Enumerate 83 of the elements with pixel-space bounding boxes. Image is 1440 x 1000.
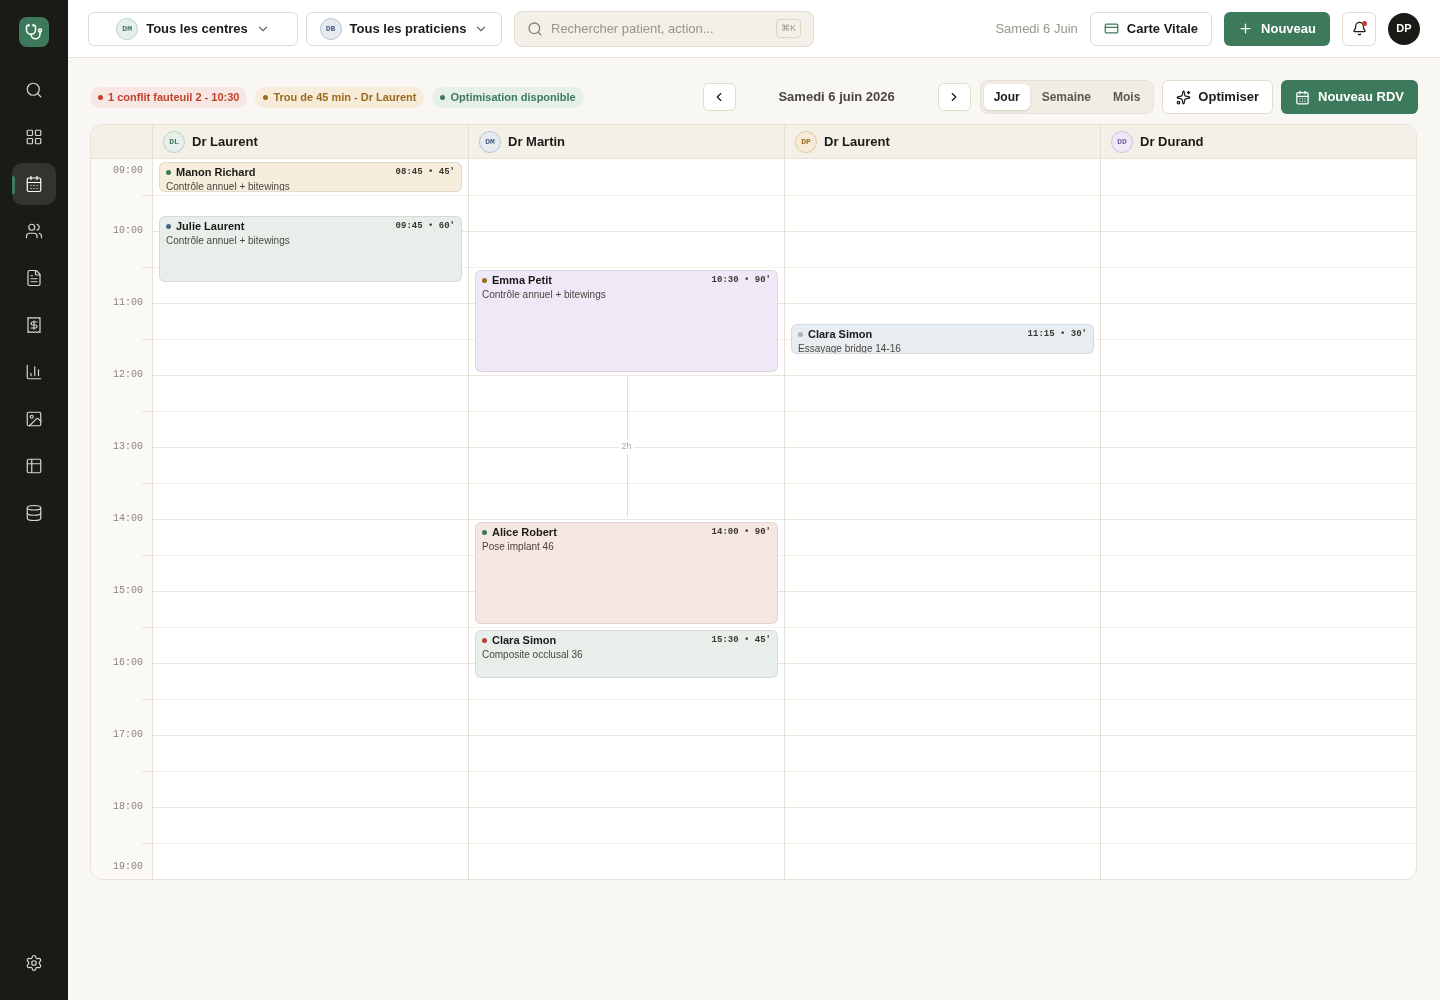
- table-icon: [25, 457, 43, 475]
- appointment-act: Contrôle annuel + bitewings: [482, 288, 607, 301]
- calendar-icon: [25, 175, 43, 193]
- filter-dropdown[interactable]: DM Tous les centres: [88, 11, 298, 46]
- view-tab[interactable]: Jour: [983, 84, 1030, 110]
- appointment-time: 11:15 • 30': [1027, 328, 1087, 341]
- appointment-time: 14:00 • 90': [711, 526, 771, 539]
- patient-name: Emma Petit: [492, 274, 552, 288]
- hour-label: 15:00: [113, 585, 143, 597]
- carte-vitale-button[interactable]: Carte Vitale: [1089, 11, 1213, 46]
- appointment-act: Composite occlusal 36: [482, 648, 584, 661]
- patient-name: Clara Simon: [492, 634, 557, 648]
- appointment-card[interactable]: Emma Petit 10:30 • 90' Contrôle annuel + bitewings: [475, 270, 778, 372]
- grid-icon: [25, 128, 43, 146]
- database-icon: [25, 504, 43, 522]
- search-input[interactable]: Rechercher patient, action...: [551, 18, 768, 39]
- app-logo[interactable]: [19, 17, 49, 47]
- users-icon: [25, 222, 43, 240]
- bar-chart-icon: [25, 363, 43, 381]
- hour-label: 12:00: [113, 369, 143, 381]
- hour-label: 19:00: [113, 861, 143, 873]
- current-date: Samedi 6 Juin: [995, 19, 1078, 38]
- patient-name: Alice Robert: [492, 526, 557, 540]
- appointment-card[interactable]: Clara Simon 15:30 • 45' Composite occlusal 36: [475, 630, 778, 678]
- appointment-card[interactable]: Clara Simon 11:15 • 30' Essayage bridge 14-16: [791, 324, 1094, 354]
- appointment-card[interactable]: Alice Robert 14:00 • 90' Pose implant 46: [475, 522, 778, 624]
- patient-name: Manon Richard: [176, 166, 256, 180]
- initials-avatar: DD: [1111, 130, 1133, 153]
- appointment-time: 15:30 • 45': [711, 634, 771, 647]
- optimize-button[interactable]: Optimiser: [1162, 80, 1274, 114]
- card-icon: [1103, 21, 1119, 36]
- settings-icon: [25, 954, 43, 972]
- view-tab[interactable]: Mois: [1103, 84, 1151, 110]
- appointment-act: Contrôle annuel + bitewings: [166, 234, 291, 247]
- appointment-card[interactable]: Manon Richard 08:45 • 45' Contrôle annuel + bitewings: [159, 162, 462, 192]
- initials-avatar: DB: [319, 17, 342, 40]
- hour-label: 18:00: [113, 801, 143, 813]
- date-label: Samedi 6 juin 2026: [777, 88, 896, 107]
- appointment-act: Pose implant 46: [482, 540, 555, 553]
- practitioner-name: Dr Durand: [1140, 132, 1204, 151]
- appointment-time: 08:45 • 45': [395, 166, 455, 179]
- initials-avatar: DL: [163, 130, 185, 153]
- appointment-act: Essayage bridge 14-16: [798, 342, 902, 353]
- new-button[interactable]: Nouveau: [1224, 11, 1330, 46]
- user-avatar[interactable]: DP: [1388, 12, 1420, 45]
- notifications-button[interactable]: [1342, 11, 1376, 46]
- hour-label: 13:00: [113, 441, 143, 453]
- hour-label: 11:00: [113, 297, 143, 309]
- hour-label: 09:00: [113, 165, 143, 177]
- calendar-icon: [1295, 89, 1311, 105]
- conflict-alert-chip[interactable]: 1 conflit fauteuil 2 - 10:30: [90, 86, 248, 108]
- appointment-card[interactable]: Julie Laurent 09:45 • 60' Contrôle annuel + bitewings: [159, 216, 462, 282]
- filter-dropdown[interactable]: DB Tous les praticiens: [306, 11, 502, 46]
- patient-name: Clara Simon: [808, 328, 873, 342]
- dollar-receipt-icon: [25, 316, 43, 334]
- document-icon: [25, 269, 43, 287]
- gap-duration-label: 2h: [619, 440, 634, 454]
- hour-label: 14:00: [113, 513, 143, 525]
- practitioner-name: Dr Martin: [508, 132, 566, 151]
- initials-avatar: DM: [116, 17, 139, 40]
- practitioner-name: Dr Laurent: [824, 132, 890, 151]
- hour-label: 17:00: [113, 729, 143, 741]
- plus-icon: [1238, 21, 1254, 36]
- view-tab[interactable]: Semaine: [1031, 84, 1101, 110]
- appointment-act: Contrôle annuel + bitewings: [166, 180, 291, 191]
- initials-avatar: DP: [795, 130, 817, 153]
- hour-label: 16:00: [113, 657, 143, 669]
- shortcut-badge: ⌘K: [776, 18, 801, 39]
- appointment-time: 09:45 • 60': [395, 220, 455, 233]
- initials-avatar: DM: [479, 130, 501, 153]
- image-icon: [25, 410, 43, 428]
- sidebar-nav-button[interactable]: [12, 163, 56, 205]
- new-appointment-button[interactable]: Nouveau RDV: [1281, 80, 1418, 114]
- hour-label: 10:00: [113, 225, 143, 237]
- practitioner-name: Dr Laurent: [192, 132, 258, 151]
- patient-name: Julie Laurent: [176, 220, 245, 234]
- search-icon: [25, 81, 43, 99]
- sparkles-icon: [1176, 89, 1192, 105]
- search-icon: [527, 20, 543, 37]
- optimization-chip[interactable]: Optimisation disponible: [432, 86, 584, 108]
- bell-icon: [1351, 21, 1367, 36]
- appointment-time: 10:30 • 90': [711, 274, 771, 287]
- gap-alert-chip[interactable]: Trou de 45 min - Dr Laurent: [255, 86, 425, 108]
